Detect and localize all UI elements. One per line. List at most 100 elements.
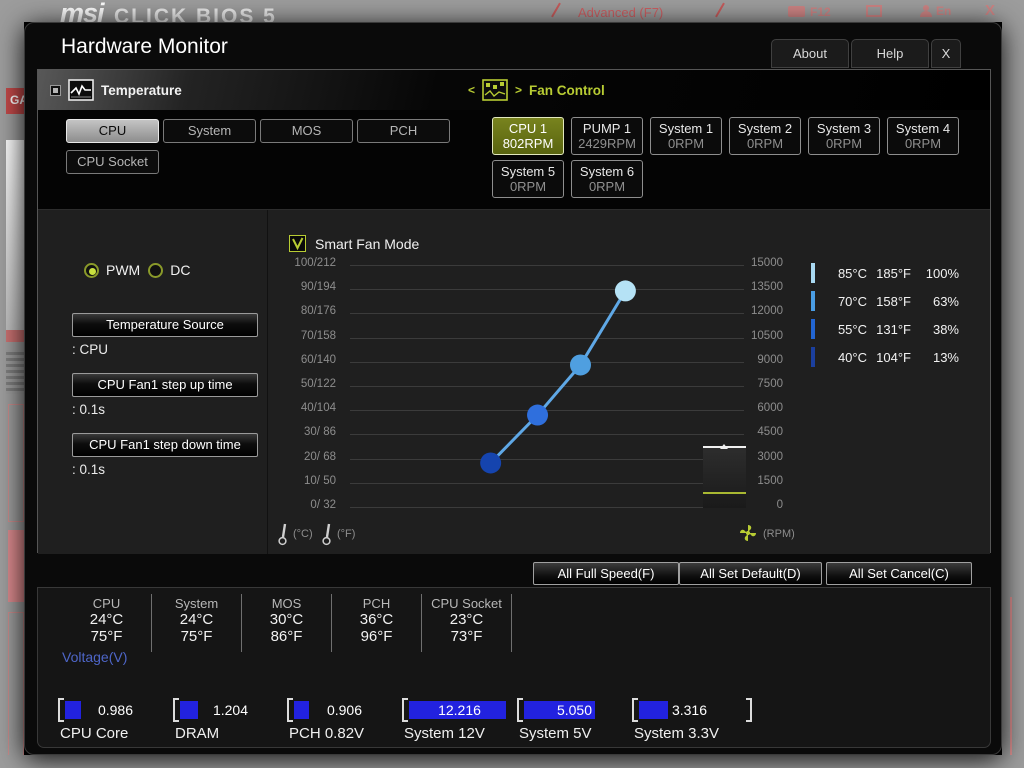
temp-axis-tick: 20/ 68 <box>304 450 336 463</box>
sidebar-decor <box>8 612 24 755</box>
section-headers: Temperature < > Fan Control <box>38 70 990 110</box>
fan-button-system-4[interactable]: System 4 0RPM <box>887 117 959 155</box>
fahrenheit-unit-label: (°F) <box>337 528 356 540</box>
temp-tab-mos[interactable]: MOS <box>260 119 353 143</box>
legend-color-bar <box>811 291 815 311</box>
all-set-default-button[interactable]: All Set Default(D) <box>679 562 822 585</box>
screenshot-hotkey-label: F12 <box>810 5 831 19</box>
smart-fan-mode-label: Smart Fan Mode <box>315 236 420 252</box>
user-icon <box>920 5 932 17</box>
legend-temp-c: 85°C <box>837 265 867 281</box>
voltage-value: 1.204 <box>212 702 249 718</box>
fan-button-system-1[interactable]: System 1 0RPM <box>650 117 722 155</box>
sidebar-fragment: GA <box>6 88 24 114</box>
fan-curve-point-70c[interactable] <box>569 354 591 376</box>
fan-curve-point-85c[interactable] <box>614 280 636 302</box>
fan-name: System 5 <box>500 164 556 179</box>
bios-close-icon: X <box>985 2 996 19</box>
temp-readout-cpu-socket: CPU Socket 23°C 73°F <box>422 594 512 652</box>
fan-buttons: CPU 1 802RPM PUMP 1 2429RPM System 1 0RPM Syst… <box>492 117 959 198</box>
temp-readout-celsius: 24°C <box>179 611 214 628</box>
legend-row: 70°C 158°F 63% <box>811 287 959 315</box>
temperature-checkbox-icon[interactable] <box>50 84 61 96</box>
field-value-cpu-fan1-step-down-time: : 0.1s <box>72 462 106 477</box>
chevron-left-icon[interactable]: < <box>468 83 475 97</box>
sidebar-panel-fragment <box>6 140 24 330</box>
fan-name: System 4 <box>895 121 951 136</box>
field-button-cpu-fan1-step-down-time[interactable]: CPU Fan1 step down time <box>72 433 258 457</box>
voltage-value: 12.216 <box>438 702 481 718</box>
status-panel: CPU 24°C 75°F System 24°C 75°F MOS 30°C 86°F PCH 3… <box>37 587 991 748</box>
field-button-cpu-fan1-step-up-time[interactable]: CPU Fan1 step up time <box>72 373 258 397</box>
legend-temp-f: 158°F <box>876 293 911 309</box>
bios-right-edge <box>1002 22 1024 755</box>
fan-settings-area: PWM DC Temperature Source: CPU CPU Fan1 s… <box>38 209 990 554</box>
fan-curve-point-40c[interactable] <box>480 452 502 474</box>
all-set-cancel-button[interactable]: All Set Cancel(C) <box>826 562 972 585</box>
smart-fan-mode-checkbox[interactable] <box>289 235 306 252</box>
bios-top-bar: msi CLICK BIOS 5 Advanced (F7) F12 En X <box>0 0 1024 22</box>
fan-button-cpu-1[interactable]: CPU 1 802RPM <box>492 117 564 155</box>
fan-button-system-6[interactable]: System 6 0RPM <box>571 160 643 198</box>
gauge-bracket <box>746 698 752 722</box>
temp-tab-cpu-socket[interactable]: CPU Socket <box>66 150 159 174</box>
temp-axis-tick: 50/122 <box>300 378 336 390</box>
temp-tab-system[interactable]: System <box>163 119 256 143</box>
celsius-unit-label: (°C) <box>293 528 313 540</box>
about-button[interactable]: About <box>771 39 849 68</box>
decor-slash <box>551 2 561 18</box>
fan-curve-line <box>489 290 627 465</box>
sidebar-decor <box>1010 597 1012 755</box>
help-button[interactable]: Help <box>851 39 929 68</box>
fan-curve-point-55c[interactable] <box>527 404 549 426</box>
fan-button-system-2[interactable]: System 2 0RPM <box>729 117 801 155</box>
temp-tab-pch[interactable]: PCH <box>357 119 450 143</box>
msi-logo: msi <box>60 0 105 22</box>
close-button[interactable]: X <box>931 39 961 68</box>
temp-readout-label: MOS <box>271 596 302 611</box>
dialog-title: Hardware Monitor <box>61 35 228 58</box>
fan-rpm-value: 802RPM <box>502 136 554 151</box>
fan-speed-slider[interactable] <box>703 444 746 508</box>
fan-icon <box>740 525 756 541</box>
pwm-radio[interactable] <box>84 262 99 278</box>
field-button-temperature-source[interactable]: Temperature Source <box>72 313 258 337</box>
fan-name: System 6 <box>579 164 635 179</box>
all-full-speed-button[interactable]: All Full Speed(F) <box>533 562 679 585</box>
voltage-value: 0.906 <box>326 702 363 718</box>
fan-name: PUMP 1 <box>582 121 632 136</box>
temp-readout-fahrenheit: 73°F <box>450 628 483 646</box>
fan-settings-left-panel: PWM DC Temperature Source: CPU CPU Fan1 s… <box>38 210 267 554</box>
temp-tab-cpu[interactable]: CPU <box>66 119 159 143</box>
voltage-label: CPU Core <box>60 725 129 742</box>
temp-readout-label: CPU Socket <box>431 596 502 611</box>
voltage-gauge-cpu-core: 0.986 CPU Core <box>58 698 173 748</box>
voltage-section-title: Voltage(V) <box>62 649 128 665</box>
chevron-right-icon[interactable]: > <box>515 83 522 97</box>
language-label: En <box>936 4 952 18</box>
legend-temp-c: 55°C <box>837 321 867 337</box>
temp-readout-cpu: CPU 24°C 75°F <box>62 594 152 652</box>
legend-row: 40°C 104°F 13% <box>811 343 959 371</box>
pwm-label: PWM <box>106 262 141 278</box>
voltage-label: System 5V <box>519 725 592 742</box>
temperature-readouts: CPU 24°C 75°F System 24°C 75°F MOS 30°C 86°F PCH 3… <box>62 594 512 652</box>
decor-slash <box>715 2 725 18</box>
voltage-label: PCH 0.82V <box>289 725 365 742</box>
temp-axis-tick: 90/194 <box>300 281 336 294</box>
temp-readout-celsius: 36°C <box>359 611 394 628</box>
dc-radio[interactable] <box>148 262 164 278</box>
temp-axis-tick: 10/ 50 <box>304 474 336 487</box>
fan-name: System 2 <box>737 121 793 136</box>
fan-curve-plot[interactable] <box>350 265 744 507</box>
fan-button-system-3[interactable]: System 3 0RPM <box>808 117 880 155</box>
legend-duty-pct: 13% <box>932 349 959 365</box>
fan-button-pump-1[interactable]: PUMP 1 2429RPM <box>571 117 643 155</box>
legend-temp-f: 185°F <box>876 265 911 281</box>
fan-button-system-5[interactable]: System 5 0RPM <box>492 160 564 198</box>
sidebar-decor <box>8 530 24 602</box>
temp-axis-tick: 80/176 <box>300 305 336 318</box>
legend-temp-c: 70°C <box>837 293 867 309</box>
fan-name: System 1 <box>658 121 714 136</box>
voltage-label: System 12V <box>404 725 485 742</box>
